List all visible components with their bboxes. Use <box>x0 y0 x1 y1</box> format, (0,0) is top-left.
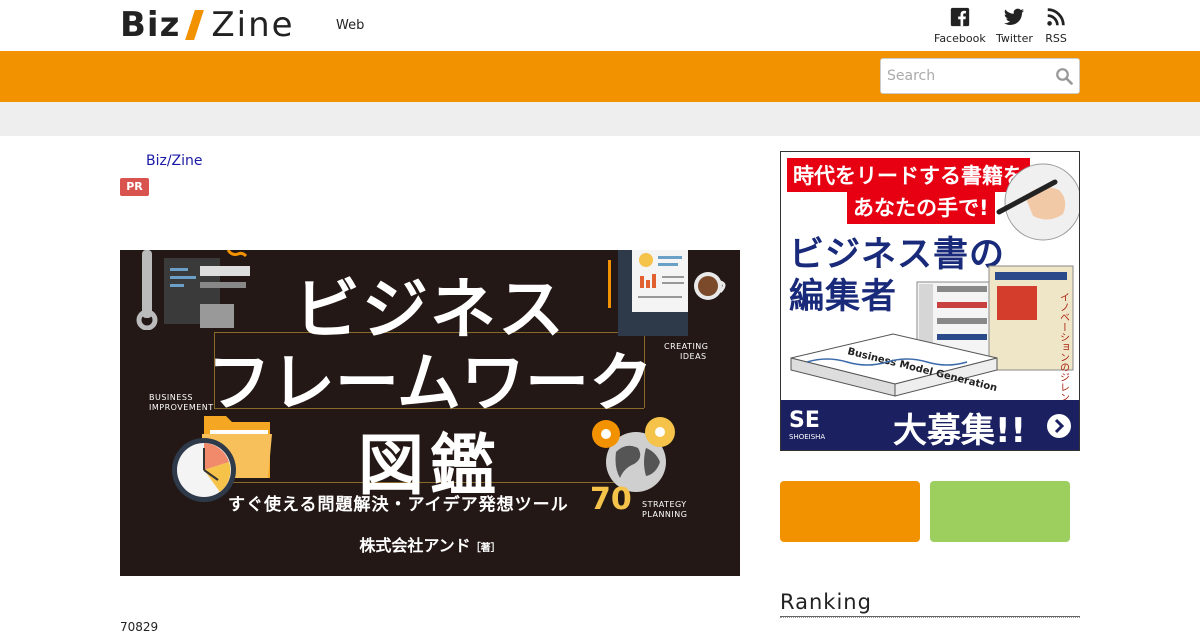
publisher-suffix: ［著］ <box>470 543 501 554</box>
hero-book-cover[interactable]: ビジネス フレームワーク 図鑑 CREATING IDEAS BUSINESS … <box>120 250 740 576</box>
logo-slash <box>185 10 205 40</box>
search-icon[interactable] <box>1055 67 1073 85</box>
rss-link[interactable]: RSS <box>1045 6 1067 45</box>
site-logo[interactable]: Biz Zine <box>120 5 295 45</box>
label-creating-ideas: CREATING IDEAS <box>664 342 708 362</box>
hero-count: 70 <box>590 482 632 517</box>
top-header: Biz Zine Web Facebook Twitter RSS <box>0 0 1200 51</box>
search-input[interactable] <box>881 59 1051 93</box>
logo-biz: Biz <box>120 5 181 45</box>
facebook-label: Facebook <box>934 32 986 45</box>
sidebar-orange-button[interactable] <box>780 481 920 542</box>
twitter-icon <box>1004 8 1025 25</box>
hero-subtitle: すぐ使える問題解決・アイデア発想ツール <box>228 495 569 515</box>
ad-brand-sub: SHOEISHA <box>789 433 826 441</box>
label-creating-line1: CREATING <box>664 342 709 351</box>
sponsor-link[interactable]: Biz/Zine <box>146 153 203 169</box>
ranking-title: Ranking <box>780 590 872 614</box>
label-business-line1: BUSINESS <box>149 393 193 402</box>
sub-nav-bar <box>0 102 1200 136</box>
label-strategy-planning: STRATEGY PLANNING <box>642 500 687 520</box>
publisher-name: 株式会社アンド <box>359 536 471 555</box>
label-strategy-line2: PLANNING <box>642 510 688 519</box>
books-stack-icon: イノベーションのジレンマ Business Model Generation <box>790 265 1074 402</box>
label-creating-line2: IDEAS <box>680 352 707 361</box>
hand-pen-icon <box>996 163 1079 241</box>
nav-web-link[interactable]: Web <box>336 18 364 33</box>
sidebar-ad-banner[interactable]: 時代をリードする書籍を あなたの手で! ビジネス書の 編集者 イノベーションのジ… <box>780 151 1080 451</box>
rss-label: RSS <box>1045 32 1067 45</box>
ad-brand-se: SE <box>789 408 820 433</box>
ad-book-spine-text: イノベーションのジレンマ <box>1058 292 1070 402</box>
pr-badge: PR <box>120 178 149 196</box>
ad-cta-text: 大募集!! <box>893 411 1027 451</box>
hero-publisher: 株式会社アンド［著］ <box>120 532 740 556</box>
article-number: 70829 <box>120 620 159 634</box>
search-box[interactable] <box>880 58 1080 94</box>
sidebar-green-button[interactable] <box>930 481 1070 542</box>
ranking-divider <box>780 616 1080 618</box>
rss-icon <box>1047 8 1065 26</box>
twitter-label: Twitter <box>996 32 1033 45</box>
facebook-icon <box>950 7 970 27</box>
logo-zine: Zine <box>211 5 295 45</box>
ad-headline2: あなたの手で! <box>847 190 995 224</box>
ad-arrow-icon[interactable] <box>1047 414 1071 438</box>
twitter-link[interactable]: Twitter <box>996 6 1033 45</box>
facebook-link[interactable]: Facebook <box>934 6 986 45</box>
label-strategy-line1: STRATEGY <box>642 500 687 509</box>
